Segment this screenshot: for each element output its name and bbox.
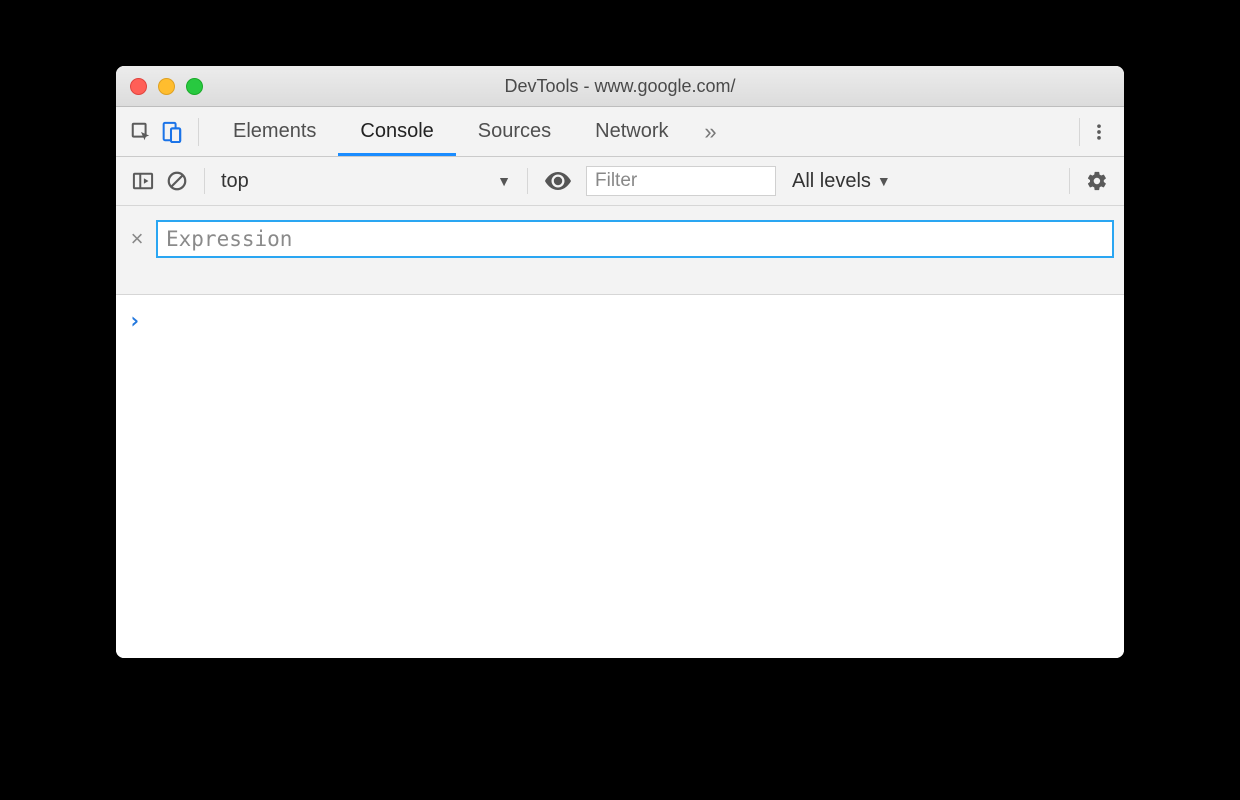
tab-console[interactable]: Console	[338, 107, 455, 156]
tab-label: Elements	[233, 120, 316, 143]
tabs: Elements Console Sources Network	[211, 107, 691, 156]
console-toolbar: top ▼ All levels ▼	[116, 157, 1124, 206]
tab-label: Sources	[478, 120, 551, 143]
context-label: top	[221, 170, 249, 193]
more-options-button[interactable]	[1084, 107, 1114, 156]
remove-live-expression-button[interactable]: ×	[126, 228, 148, 250]
live-expression-area: ×	[116, 206, 1124, 295]
toggle-console-sidebar-button[interactable]	[126, 157, 160, 205]
titlebar: DevTools - www.google.com/	[116, 66, 1124, 107]
live-expression-input[interactable]	[156, 220, 1114, 258]
tabs-overflow-button[interactable]: »	[691, 119, 731, 145]
console-prompt-icon: ›	[128, 309, 141, 334]
close-icon: ×	[131, 228, 144, 250]
separator	[1079, 118, 1080, 146]
tab-sources[interactable]: Sources	[456, 107, 573, 156]
execution-context-selector[interactable]: top ▼	[215, 165, 517, 197]
eye-icon	[545, 172, 571, 190]
tabs-bar: Elements Console Sources Network »	[116, 107, 1124, 157]
log-levels-selector[interactable]: All levels ▼	[792, 170, 891, 193]
window-minimize-button[interactable]	[158, 78, 175, 95]
chevron-down-icon: ▼	[877, 173, 891, 189]
inspect-element-icon[interactable]	[126, 107, 156, 156]
kebab-icon	[1089, 122, 1109, 142]
separator	[527, 168, 528, 194]
tabs-bar-right	[1063, 107, 1114, 156]
clear-icon	[166, 170, 188, 192]
console-body[interactable]: ›	[116, 295, 1124, 658]
filter-input[interactable]	[586, 166, 776, 196]
gear-icon	[1086, 170, 1108, 192]
tab-label: Network	[595, 120, 668, 143]
traffic-lights	[130, 78, 203, 95]
clear-console-button[interactable]	[160, 157, 194, 205]
console-toolbar-right	[1059, 157, 1114, 205]
devtools-window: DevTools - www.google.com/ Elements Cons…	[116, 66, 1124, 658]
window-title: DevTools - www.google.com/	[116, 76, 1124, 97]
window-maximize-button[interactable]	[186, 78, 203, 95]
chevron-double-right-icon: »	[704, 119, 716, 145]
device-toolbar-icon[interactable]	[156, 107, 186, 156]
separator	[198, 118, 199, 146]
tab-elements[interactable]: Elements	[211, 107, 338, 156]
tab-label: Console	[360, 120, 433, 143]
levels-label: All levels	[792, 170, 871, 193]
sidebar-icon	[132, 171, 154, 191]
tab-network[interactable]: Network	[573, 107, 690, 156]
separator	[204, 168, 205, 194]
console-settings-button[interactable]	[1080, 157, 1114, 205]
chevron-down-icon: ▼	[497, 173, 511, 189]
create-live-expression-button[interactable]	[538, 172, 578, 190]
window-close-button[interactable]	[130, 78, 147, 95]
separator	[1069, 168, 1070, 194]
